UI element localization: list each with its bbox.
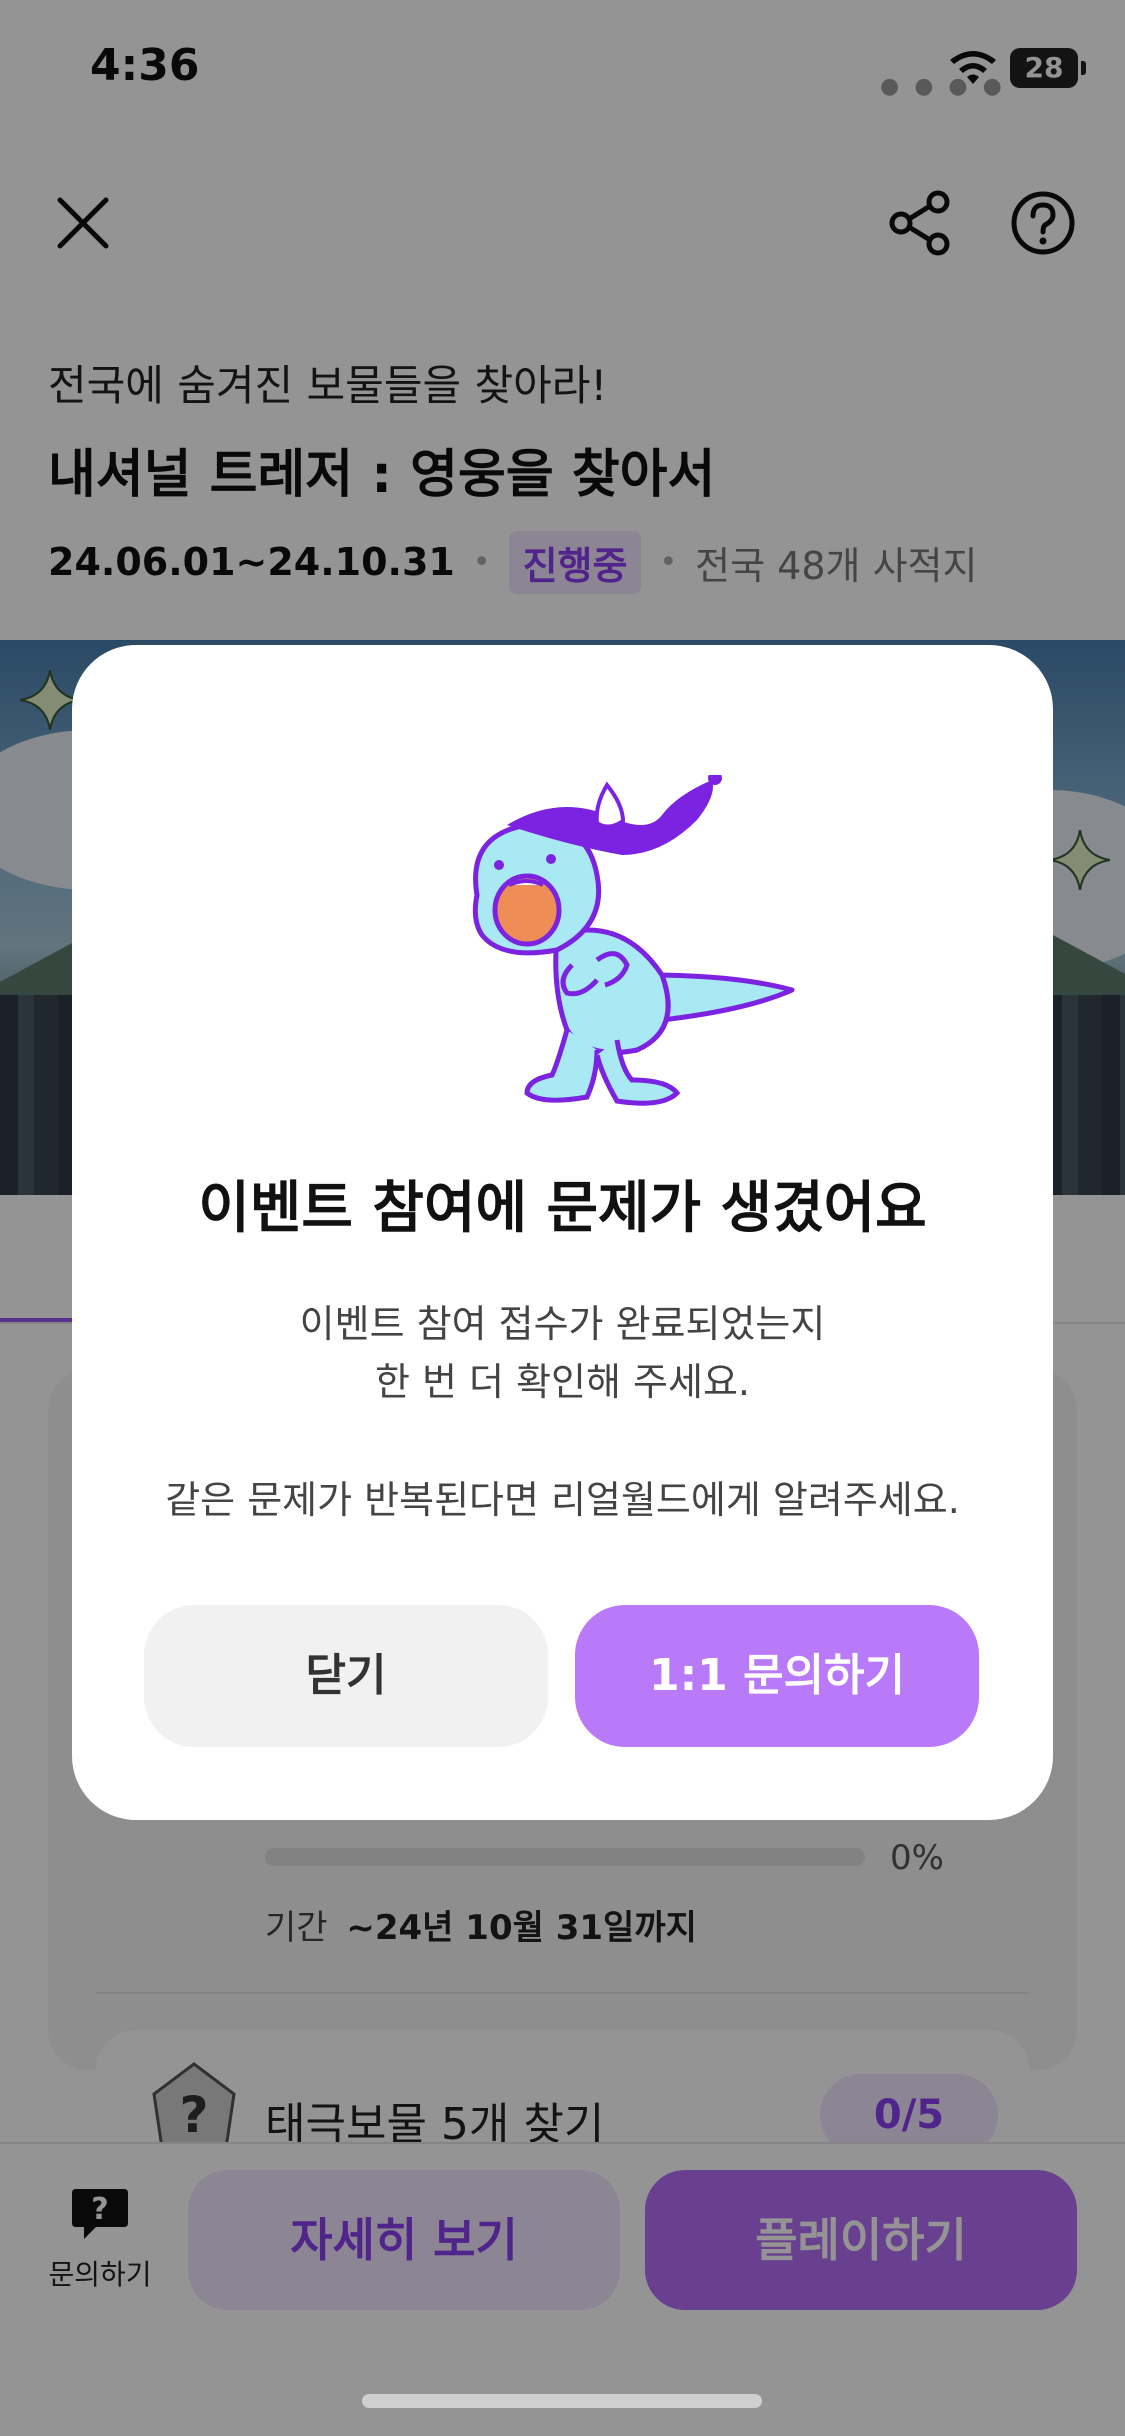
mascot-illustration <box>472 775 795 1106</box>
dialog-message: 이벤트 참여 접수가 완료되었는지 한 번 더 확인해 주세요. 같은 문제가 … <box>72 1295 1053 1529</box>
dialog-message-line: 한 번 더 확인해 주세요. <box>374 1360 751 1404</box>
dialog-message-line: 같은 문제가 반복된다면 리얼월드에게 알려주세요. <box>165 1478 960 1522</box>
dialog-message-line: 이벤트 참여 접수가 완료되었는지 <box>299 1302 826 1346</box>
home-indicator <box>362 2394 762 2408</box>
error-dialog: 이벤트 참여에 문제가 생겼어요 이벤트 참여 접수가 완료되었는지 한 번 더… <box>72 645 1053 1820</box>
dialog-close-button[interactable]: 닫기 <box>144 1605 548 1747</box>
dialog-title: 이벤트 참여에 문제가 생겼어요 <box>198 1176 927 1241</box>
one-on-one-inquiry-button[interactable]: 1:1 문의하기 <box>575 1605 979 1747</box>
